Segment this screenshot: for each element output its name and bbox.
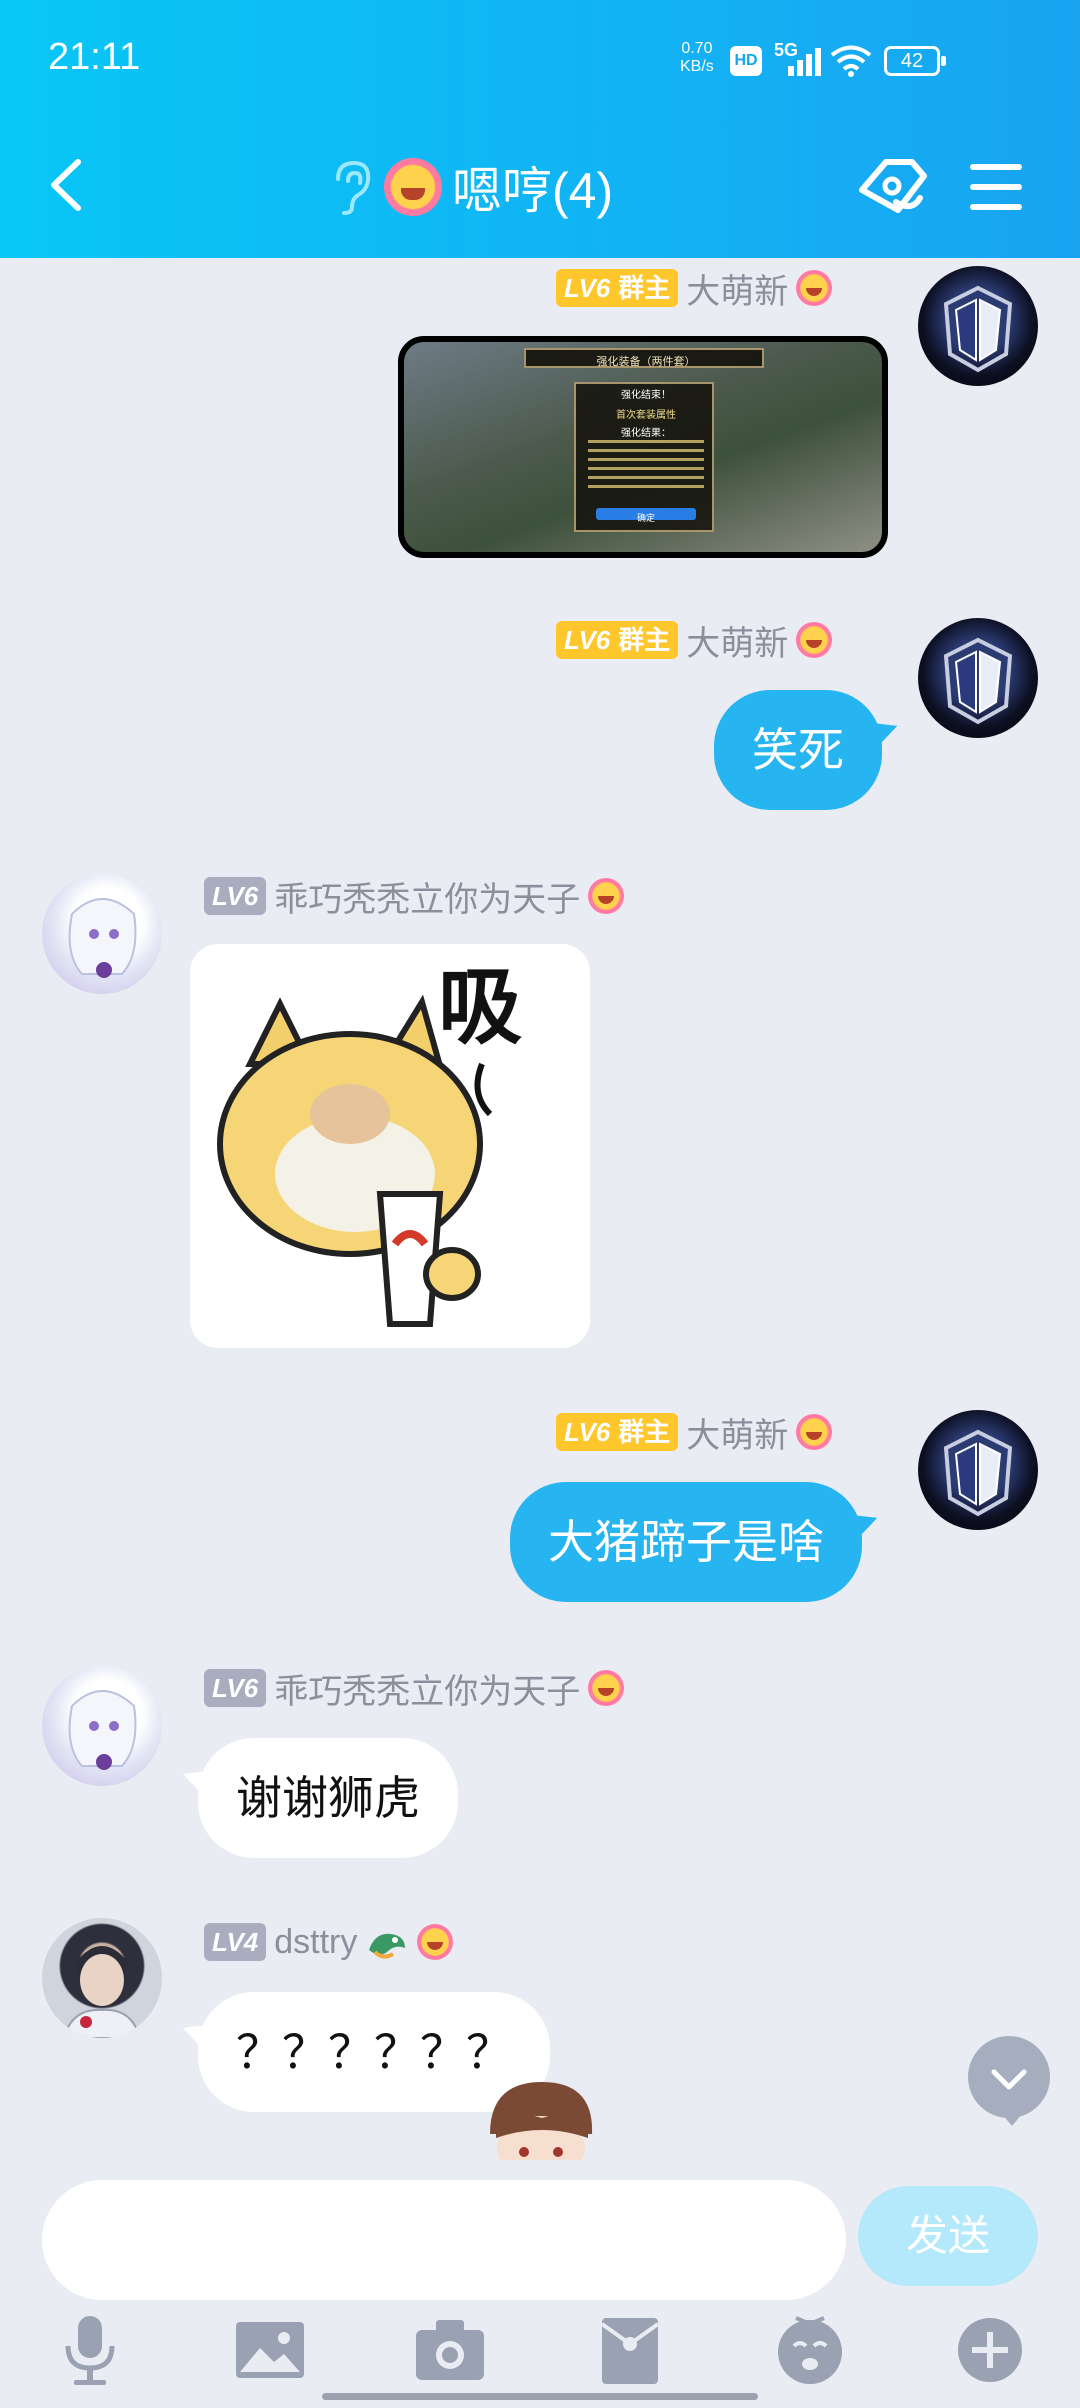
- sender-line: LV6 群主 大萌新: [556, 1408, 833, 1457]
- back-arrow-icon[interactable]: [40, 150, 100, 220]
- red-packet-icon[interactable]: [590, 2310, 670, 2390]
- plus-icon[interactable]: [950, 2310, 1030, 2390]
- wifi-icon: [830, 45, 872, 77]
- avatar[interactable]: [918, 618, 1038, 738]
- group-emoji-icon: [384, 158, 442, 216]
- sender-name[interactable]: 乖巧秃秃立你为天子: [274, 872, 580, 921]
- level-text: LV6: [564, 1417, 611, 1447]
- sender-line: LV6 群主 大萌新: [556, 264, 833, 313]
- camera-icon[interactable]: [410, 2310, 490, 2390]
- sender-name[interactable]: 大萌新: [686, 1408, 788, 1457]
- game-title-bar: 强化装备（两件套）: [524, 348, 764, 368]
- avatar[interactable]: [42, 874, 162, 994]
- menu-icon[interactable]: [966, 152, 1026, 222]
- sender-line: LV4 dsttry: [204, 1920, 454, 1964]
- game-screenshot-image[interactable]: 强化装备（两件套） 强化结束！ 首次套装属性 强化结果： 确定: [398, 336, 888, 558]
- young-man-avatar-icon: [62, 1946, 142, 2038]
- emoji-badge-icon: [588, 1670, 625, 1706]
- status-bar: 21:11 0.70 KB/s HD 5G 42: [0, 0, 1080, 120]
- send-button[interactable]: 发送: [858, 2186, 1038, 2286]
- sender-name[interactable]: dsttry: [274, 1923, 357, 1962]
- role-text: 群主: [618, 1417, 671, 1447]
- wings-emblem-icon: [943, 1429, 1013, 1517]
- chat-title: 嗯哼(4): [452, 163, 614, 219]
- emoji-badge-icon: [588, 878, 625, 914]
- image-icon[interactable]: [230, 2310, 310, 2390]
- sender-line: LV6 乖巧秃秃立你为天子: [204, 872, 625, 921]
- avatar[interactable]: [42, 1666, 162, 1786]
- nav-bar: 嗯哼(4): [0, 130, 1080, 240]
- game-confirm-text: 确定: [637, 512, 655, 523]
- network-speed: 0.70 KB/s: [680, 40, 714, 76]
- anime-girl-avatar-icon: [68, 1690, 137, 1770]
- message-bubble[interactable]: 笑死: [714, 690, 882, 810]
- emoji-badge-icon: [417, 1924, 454, 1960]
- network-speed-unit: KB/s: [680, 58, 714, 75]
- sender-line: LV6 乖巧秃秃立你为天子: [204, 1664, 625, 1713]
- doge-drinking-icon: 吸: [217, 958, 522, 1327]
- level-text: LV6: [564, 273, 611, 303]
- avatar[interactable]: [42, 1918, 162, 2038]
- sender-name[interactable]: 大萌新: [686, 616, 788, 665]
- game-title-text: 强化装备（两件套）: [597, 354, 696, 368]
- level-badge: LV6: [204, 1669, 267, 1707]
- emoji-badge-icon: [796, 270, 833, 306]
- scroll-to-bottom-button[interactable]: [968, 2036, 1050, 2126]
- dragon-badge-icon: [369, 1933, 406, 1959]
- wings-emblem-icon: [943, 285, 1013, 373]
- emoji-icon[interactable]: [770, 2310, 850, 2390]
- battery-indicator: 42: [884, 46, 946, 76]
- game-panel-result: 强化结果：: [621, 426, 671, 439]
- role-text: 群主: [618, 625, 671, 655]
- sender-line: LV6 群主 大萌新: [556, 616, 833, 665]
- role-text: 群主: [618, 273, 671, 303]
- level-badge: LV6 群主: [556, 1413, 679, 1451]
- mic-icon[interactable]: [50, 2310, 130, 2390]
- sender-name[interactable]: 大萌新: [686, 264, 788, 313]
- anime-girl-avatar-icon: [68, 898, 137, 978]
- level-text: LV6: [564, 625, 611, 655]
- game-stats-lines: [588, 440, 704, 490]
- sticker-text: 吸: [438, 958, 522, 1056]
- level-badge: LV4: [204, 1923, 267, 1961]
- chevron-down-icon: [991, 2069, 1027, 2090]
- status-time: 21:11: [48, 36, 141, 78]
- avatar[interactable]: [918, 266, 1038, 386]
- level-badge: LV6 群主: [556, 621, 679, 659]
- home-indicator[interactable]: [322, 2393, 758, 2400]
- wings-emblem-icon: [943, 637, 1013, 725]
- avatar[interactable]: [918, 1410, 1038, 1530]
- sender-name[interactable]: 乖巧秃秃立你为天子: [274, 1664, 580, 1713]
- message-bubble[interactable]: 大猪蹄子是啥: [510, 1482, 862, 1602]
- emoji-badge-icon: [796, 1414, 833, 1450]
- message-input[interactable]: [42, 2180, 846, 2300]
- hd-badge: HD: [730, 46, 762, 76]
- game-panel-subtitle: 首次套装属性: [616, 408, 676, 421]
- signal-icon: 5G: [774, 40, 821, 76]
- input-area: 发送: [0, 2160, 1080, 2408]
- chat-title-group: 嗯哼(4): [330, 152, 613, 222]
- level-badge: LV6 群主: [556, 269, 679, 307]
- chat-header: 21:11 0.70 KB/s HD 5G 42 嗯哼(4): [0, 0, 1080, 258]
- message-bubble[interactable]: 谢谢狮虎: [198, 1738, 458, 1858]
- level-badge: LV6: [204, 877, 267, 915]
- dog-sticker-image[interactable]: 吸: [190, 944, 590, 1348]
- network-speed-value: 0.70: [681, 40, 713, 57]
- game-panel-title: 强化结束！: [621, 388, 671, 401]
- game-confirm-button: 确定: [596, 508, 696, 524]
- earpiece-icon[interactable]: [330, 159, 374, 215]
- game-result-panel: 强化结束！ 首次套装属性 强化结果： 确定: [574, 382, 714, 532]
- emoji-badge-icon: [796, 622, 833, 658]
- tag-icon[interactable]: [856, 152, 932, 222]
- network-type: 5G: [774, 40, 798, 60]
